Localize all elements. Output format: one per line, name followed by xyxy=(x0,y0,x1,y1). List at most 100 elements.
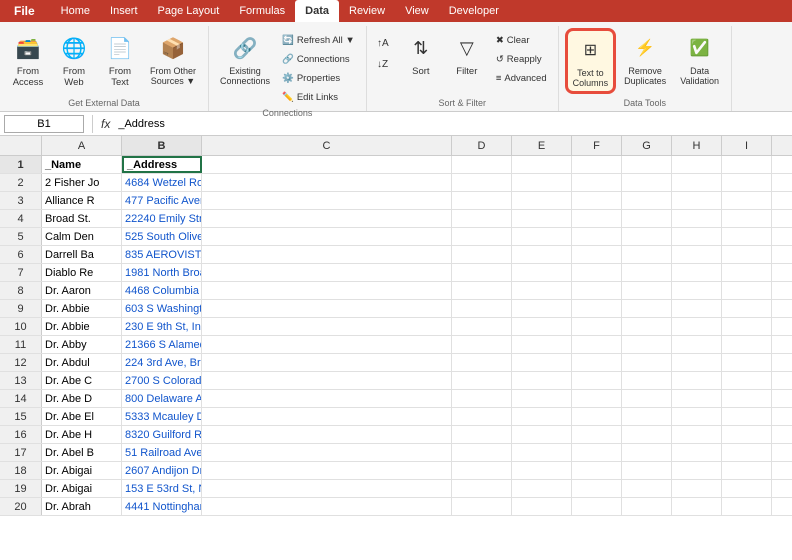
tab-data[interactable]: Data xyxy=(295,0,339,22)
cell-f9[interactable] xyxy=(572,300,622,317)
cell-j10[interactable] xyxy=(772,318,792,335)
cell-b14[interactable]: 800 Delaware Ave, Wilmington, DE, 19801 xyxy=(122,390,202,407)
cell-a2[interactable]: 2 Fisher Jo xyxy=(42,174,122,191)
cell-d20[interactable] xyxy=(452,498,512,515)
cell-j5[interactable] xyxy=(772,228,792,245)
cell-a9[interactable]: Dr. Abbie xyxy=(42,300,122,317)
cell-j16[interactable] xyxy=(772,426,792,443)
cell-b12[interactable]: 224 3rd Ave, Brooklyn, NY, 11217 xyxy=(122,354,202,371)
cell-e10[interactable] xyxy=(512,318,572,335)
cell-d15[interactable] xyxy=(452,408,512,425)
cell-g20[interactable] xyxy=(622,498,672,515)
cell-a3[interactable]: Alliance R xyxy=(42,192,122,209)
cell-g3[interactable] xyxy=(622,192,672,209)
cell-a13[interactable]: Dr. Abe C xyxy=(42,372,122,389)
cell-e13[interactable] xyxy=(512,372,572,389)
cell-f14[interactable] xyxy=(572,390,622,407)
cell-j20[interactable] xyxy=(772,498,792,515)
cell-e12[interactable] xyxy=(512,354,572,371)
properties-button[interactable]: ⚙️ Properties xyxy=(277,70,360,87)
cell-b6[interactable]: 835 AEROVISTA LANE SAN LUIS OBISPO CA 93… xyxy=(122,246,202,263)
cell-c6[interactable] xyxy=(202,246,452,263)
cell-a12[interactable]: Dr. Abdul xyxy=(42,354,122,371)
cell-h7[interactable] xyxy=(672,264,722,281)
cell-j12[interactable] xyxy=(772,354,792,371)
cell-b18[interactable]: 2607 Andijon Dr, Dallas, TX, 75220 xyxy=(122,462,202,479)
cell-c16[interactable] xyxy=(202,426,452,443)
data-validation-button[interactable]: ✅ DataValidation xyxy=(674,28,725,90)
cell-c13[interactable] xyxy=(202,372,452,389)
cell-b15[interactable]: 5333 Mcauley Dr, Ypsilanti, MI, 48197 xyxy=(122,408,202,425)
cell-b5[interactable]: 525 South Olive Street, Los Angeles, CA … xyxy=(122,228,202,245)
cell-a17[interactable]: Dr. Abel B xyxy=(42,444,122,461)
cell-g19[interactable] xyxy=(622,480,672,497)
cell-e3[interactable] xyxy=(512,192,572,209)
cell-b1[interactable]: _Address xyxy=(122,156,202,173)
cell-h9[interactable] xyxy=(672,300,722,317)
cell-b19[interactable]: 153 E 53rd St, New York, NY, 10022 xyxy=(122,480,202,497)
sort-button[interactable]: ⇅ Sort xyxy=(399,28,443,81)
cell-a10[interactable]: Dr. Abbie xyxy=(42,318,122,335)
cell-b8[interactable]: 4468 Columbia Rd, Augusta, GA, 30907 xyxy=(122,282,202,299)
tab-view[interactable]: View xyxy=(395,0,439,22)
sort-za-button[interactable]: ↓Z xyxy=(373,53,397,73)
cell-h12[interactable] xyxy=(672,354,722,371)
cell-g5[interactable] xyxy=(622,228,672,245)
cell-a19[interactable]: Dr. Abigai xyxy=(42,480,122,497)
cell-j13[interactable] xyxy=(772,372,792,389)
cell-b11[interactable]: 21366 S Alameda St, Long Beach, CA, 9081… xyxy=(122,336,202,353)
cell-d16[interactable] xyxy=(452,426,512,443)
cell-h8[interactable] xyxy=(672,282,722,299)
cell-g17[interactable] xyxy=(622,444,672,461)
cell-b20[interactable]: 4441 Nottingham Way, Trenton, NJ, 8690 xyxy=(122,498,202,515)
cell-f15[interactable] xyxy=(572,408,622,425)
cell-i15[interactable] xyxy=(722,408,772,425)
cell-i9[interactable] xyxy=(722,300,772,317)
cell-d4[interactable] xyxy=(452,210,512,227)
cell-c7[interactable] xyxy=(202,264,452,281)
cell-i1[interactable] xyxy=(722,156,772,173)
cell-a18[interactable]: Dr. Abigai xyxy=(42,462,122,479)
cell-e20[interactable] xyxy=(512,498,572,515)
cell-c19[interactable] xyxy=(202,480,452,497)
cell-g4[interactable] xyxy=(622,210,672,227)
cell-b16[interactable]: 8320 Guilford Rd, Columbia, MD, 21046 xyxy=(122,426,202,443)
cell-d18[interactable] xyxy=(452,462,512,479)
cell-b10[interactable]: 230 E 9th St, Indianapolis, IN, 46204 xyxy=(122,318,202,335)
from-access-button[interactable]: 🗃️ FromAccess xyxy=(6,28,50,92)
cell-b3[interactable]: 477 Pacific Avenue # 1, San Francisco, C… xyxy=(122,192,202,209)
cell-i5[interactable] xyxy=(722,228,772,245)
cell-b13[interactable]: 2700 S Colorado Blvd, Denver, CO, 80222 xyxy=(122,372,202,389)
cell-c10[interactable] xyxy=(202,318,452,335)
cell-e11[interactable] xyxy=(512,336,572,353)
cell-f16[interactable] xyxy=(572,426,622,443)
cell-a8[interactable]: Dr. Aaron xyxy=(42,282,122,299)
tab-insert[interactable]: Insert xyxy=(100,0,148,22)
cell-h3[interactable] xyxy=(672,192,722,209)
cell-e1[interactable] xyxy=(512,156,572,173)
cell-h19[interactable] xyxy=(672,480,722,497)
cell-c9[interactable] xyxy=(202,300,452,317)
cell-c15[interactable] xyxy=(202,408,452,425)
cell-h1[interactable] xyxy=(672,156,722,173)
cell-j6[interactable] xyxy=(772,246,792,263)
cell-i18[interactable] xyxy=(722,462,772,479)
cell-d1[interactable] xyxy=(452,156,512,173)
cell-e14[interactable] xyxy=(512,390,572,407)
refresh-all-button[interactable]: 🔄 Refresh All ▼ xyxy=(277,32,360,49)
cell-f18[interactable] xyxy=(572,462,622,479)
cell-f6[interactable] xyxy=(572,246,622,263)
cell-g9[interactable] xyxy=(622,300,672,317)
cell-i20[interactable] xyxy=(722,498,772,515)
cell-h14[interactable] xyxy=(672,390,722,407)
cell-h6[interactable] xyxy=(672,246,722,263)
sort-az-button[interactable]: ↑A xyxy=(373,32,397,52)
cell-b9[interactable]: 603 S Washington Ave, Lansing, MI, 48933 xyxy=(122,300,202,317)
cell-f17[interactable] xyxy=(572,444,622,461)
cell-g15[interactable] xyxy=(622,408,672,425)
cell-d7[interactable] xyxy=(452,264,512,281)
cell-f5[interactable] xyxy=(572,228,622,245)
cell-d11[interactable] xyxy=(452,336,512,353)
cell-d17[interactable] xyxy=(452,444,512,461)
cell-e18[interactable] xyxy=(512,462,572,479)
